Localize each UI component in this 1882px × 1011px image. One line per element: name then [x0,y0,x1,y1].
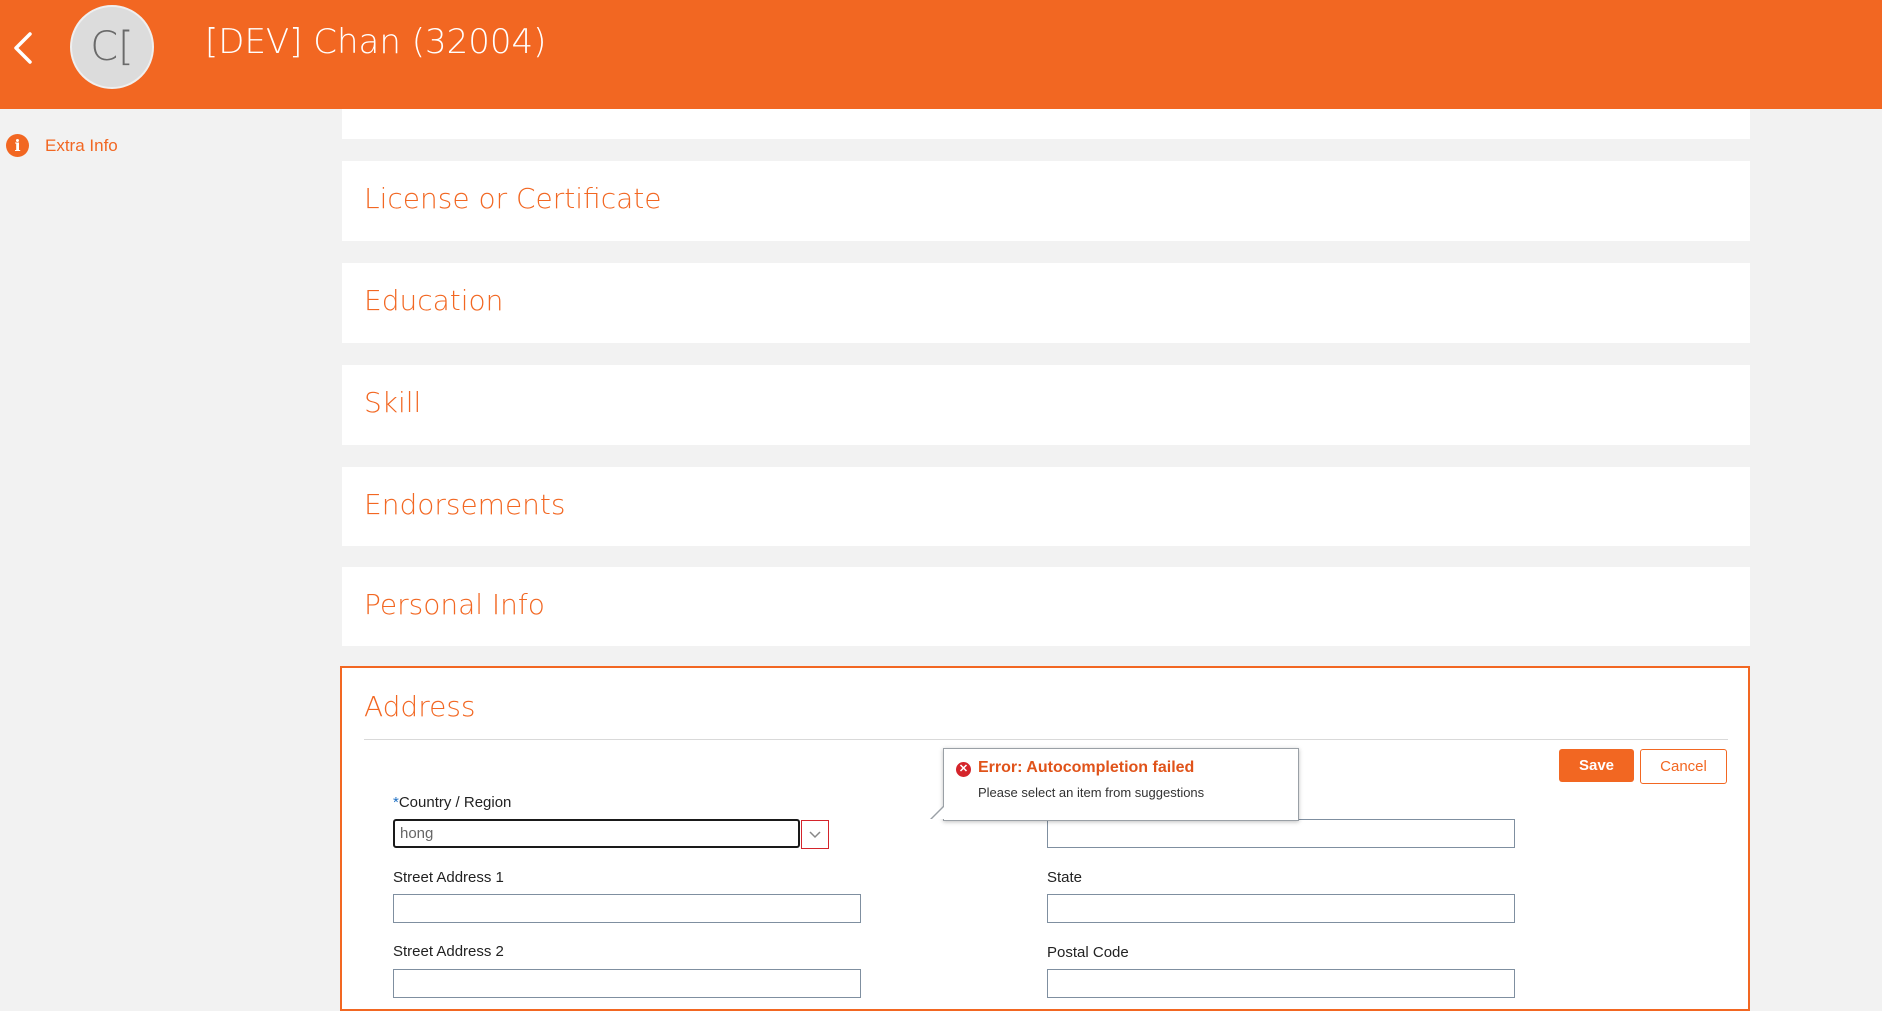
avatar[interactable]: C[ [70,5,154,89]
country-label: *Country / Region [393,794,511,811]
sidebar-item-extra-info[interactable]: i Extra Info [6,134,118,157]
error-tooltip: ✕ Error: Autocompletion failed Please se… [930,748,1299,821]
street1-input[interactable] [393,894,861,923]
section-title: Skill [364,386,422,419]
street1-label: Street Address 1 [393,869,504,886]
info-icon: i [6,134,29,157]
country-label-text: Country / Region [398,794,512,811]
state-label: State [1047,869,1083,886]
section-license[interactable]: License or Certificate [342,161,1750,241]
section-title: Education [364,284,504,317]
error-message: Please select an item from suggestions [978,785,1205,800]
tooltip-pointer-inner [932,806,945,819]
save-button[interactable]: Save [1559,749,1634,782]
country-dropdown-button[interactable] [801,820,829,849]
section-endorsements[interactable]: Endorsements [342,467,1750,546]
page-title: [DEV] Chan (32004) [205,22,547,62]
section-title: Personal Info [364,588,545,621]
cancel-button[interactable]: Cancel [1640,749,1727,784]
address-panel: Address Save Cancel *Country / Region St… [340,666,1750,1011]
address-title: Address [364,690,476,723]
divider [364,739,1728,740]
section-title: License or Certificate [364,182,662,215]
country-input[interactable] [393,819,800,848]
postal-label: Postal Code [1047,944,1129,961]
street2-input[interactable] [393,969,861,998]
app-header: C[ [DEV] Chan (32004) [0,0,1882,109]
error-title: Error: Autocompletion failed [978,759,1195,776]
chevron-down-icon [809,830,821,838]
postal-input[interactable] [1047,969,1515,998]
sidebar-item-label: Extra Info [45,135,118,155]
back-button[interactable] [8,28,38,68]
error-x-icon: ✕ [956,762,971,777]
section-personal-info[interactable]: Personal Info [342,567,1750,646]
state-input[interactable] [1047,894,1515,923]
street2-label: Street Address 2 [393,943,504,960]
section-title: Endorsements [364,488,566,521]
section-education[interactable]: Education [342,263,1750,343]
chevron-left-icon [14,32,32,64]
section-skill[interactable]: Skill [342,365,1750,445]
city-input[interactable] [1047,819,1515,848]
avatar-initials: C[ [90,24,134,70]
